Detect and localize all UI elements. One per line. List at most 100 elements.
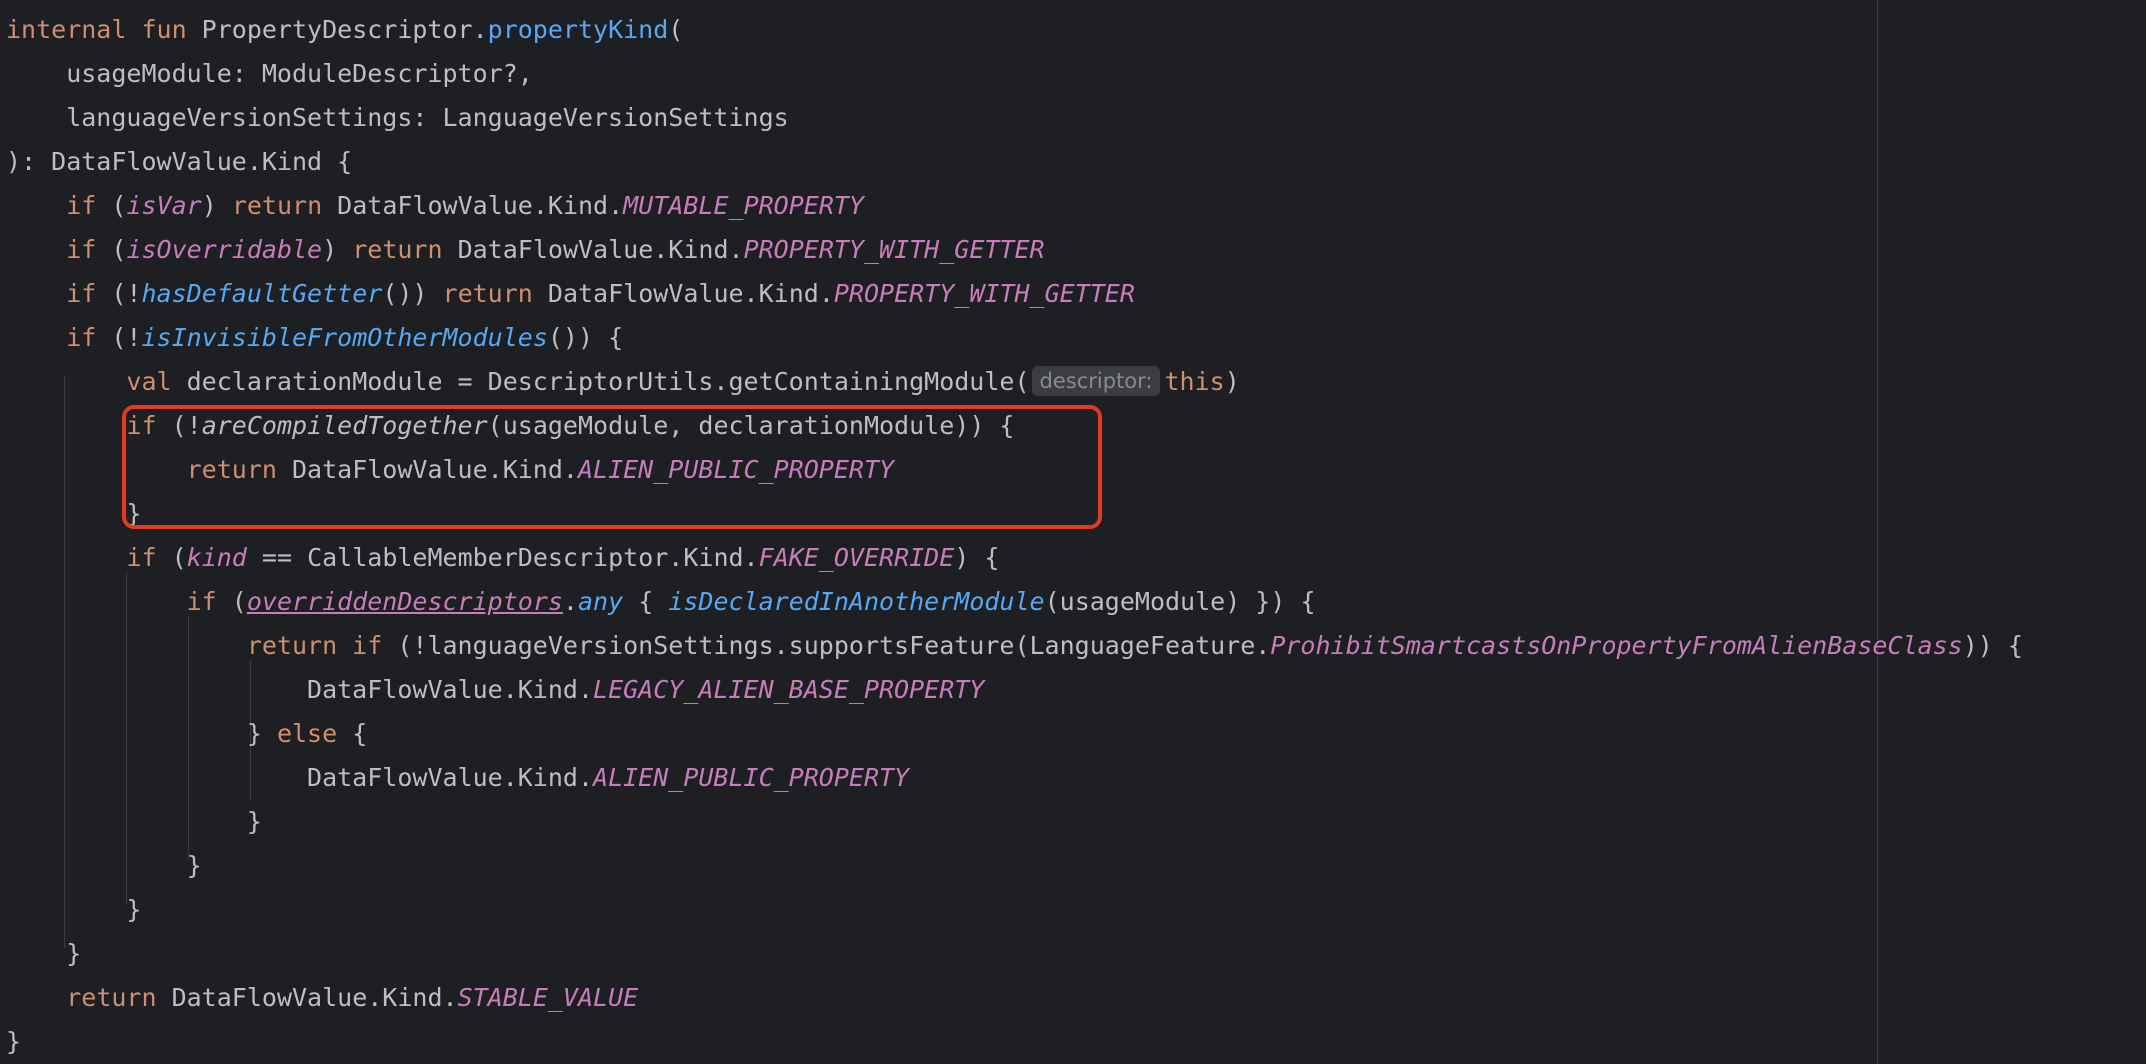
token-text: } <box>6 895 142 924</box>
token-function: propertyKind <box>487 15 669 44</box>
code-line-23[interactable]: return DataFlowValue.Kind.STABLE_VALUE <box>6 976 638 1020</box>
token-text: declarationModule = DescriptorUtils.getC… <box>171 367 1030 396</box>
token-constant: FAKE_OVERRIDE <box>758 543 955 572</box>
token-text: ) <box>322 235 353 264</box>
token-constant: PROPERTY_WITH_GETTER <box>743 235 1045 264</box>
code-line-18[interactable]: DataFlowValue.Kind.ALIEN_PUBLIC_PROPERTY <box>6 756 909 800</box>
token-function: hasDefaultGetter <box>141 279 383 308</box>
code-line-20[interactable]: } <box>6 844 202 888</box>
right-margin-guide <box>1877 0 1878 1064</box>
token-text: languageVersionSettings: LanguageVersion… <box>6 103 789 132</box>
token-text: )) { <box>1962 631 2023 660</box>
code-line-1[interactable]: internal fun PropertyDescriptor.property… <box>6 8 683 52</box>
highlight-annotation-box <box>122 405 1102 529</box>
code-line-9[interactable]: val declarationModule = DescriptorUtils.… <box>6 360 1240 404</box>
token-text: ( <box>96 235 127 264</box>
token-function: isInvisibleFromOtherModules <box>141 323 548 352</box>
token-constant: STABLE_VALUE <box>457 983 639 1012</box>
token-constant: LEGACY_ALIEN_BASE_PROPERTY <box>593 675 985 704</box>
token-property: isVar <box>126 191 202 220</box>
code-line-16[interactable]: DataFlowValue.Kind.LEGACY_ALIEN_BASE_PRO… <box>6 668 984 712</box>
code-line-14[interactable]: if (overriddenDescriptors.any { isDeclar… <box>6 580 1316 624</box>
token-text: (!languageVersionSettings.supportsFeatur… <box>382 631 1271 660</box>
token-keyword: return if <box>246 631 383 660</box>
token-text: } <box>6 1027 22 1056</box>
code-line-13[interactable]: if (kind == CallableMemberDescriptor.Kin… <box>6 536 999 580</box>
code-line-17[interactable]: } else { <box>6 712 367 756</box>
token-keyword: return <box>66 983 157 1012</box>
token-text: DataFlowValue.Kind. <box>307 763 594 792</box>
code-line-21[interactable]: } <box>6 888 141 932</box>
code-line-22[interactable]: } <box>6 932 81 976</box>
token-text: ( <box>156 543 187 572</box>
token-text: == CallableMemberDescriptor.Kind. <box>246 543 759 572</box>
token-constant: ALIEN_PUBLIC_PROPERTY <box>593 763 910 792</box>
token-text: } <box>6 939 82 968</box>
token-text: ) <box>201 191 232 220</box>
token-extension-property: overriddenDescriptors <box>246 587 563 616</box>
token-property: kind <box>186 543 247 572</box>
token-keyword: val <box>126 367 172 396</box>
token-text: DataFlowValue.Kind. <box>156 983 458 1012</box>
token-text: ): DataFlowValue.Kind { <box>6 147 353 176</box>
token-keyword: return <box>231 191 323 220</box>
code-line-8[interactable]: if (!isInvisibleFromOtherModules()) { <box>6 316 623 360</box>
code-line-7[interactable]: if (!hasDefaultGetter()) return DataFlow… <box>6 272 1135 316</box>
token-text: DataFlowValue.Kind. <box>442 235 744 264</box>
token-text: ()) { <box>547 323 624 352</box>
token-text: (! <box>96 279 142 308</box>
token-keyword: if <box>186 587 217 616</box>
token-constant: MUTABLE_PROPERTY <box>623 191 864 220</box>
code-line-6[interactable]: if (isOverridable) return DataFlowValue.… <box>6 228 1045 272</box>
token-text: ) { <box>954 543 1000 572</box>
token-keyword: return <box>352 235 443 264</box>
token-function: any <box>577 587 624 616</box>
code-editor[interactable]: internal fun PropertyDescriptor.property… <box>0 0 2146 1064</box>
token-text: (usageModule) }) { <box>1044 587 1316 616</box>
code-line-3[interactable]: languageVersionSettings: LanguageVersion… <box>6 96 789 140</box>
parameter-hint: descriptor: <box>1031 366 1161 396</box>
code-line-5[interactable]: if (isVar) return DataFlowValue.Kind.MUT… <box>6 184 864 228</box>
token-keyword: return <box>442 279 533 308</box>
token-keyword: internal fun <box>6 15 187 44</box>
token-property: isOverridable <box>126 235 323 264</box>
token-text: usageModule: ModuleDescriptor?, <box>6 59 533 88</box>
token-text: . <box>562 587 578 616</box>
token-text: DataFlowValue.Kind. <box>322 191 624 220</box>
token-text: } <box>6 807 262 836</box>
token-text: } <box>246 719 277 748</box>
token-text: DataFlowValue.Kind. <box>532 279 834 308</box>
token-constant: ProhibitSmartcastsOnPropertyFromAlienBas… <box>1270 631 1963 660</box>
token-receiver: PropertyDescriptor. <box>186 15 488 44</box>
token-text: { <box>337 719 368 748</box>
token-text: ( <box>668 15 684 44</box>
token-keyword: if <box>66 191 97 220</box>
token-text: } <box>6 851 202 880</box>
token-text: ( <box>96 191 127 220</box>
token-text: { <box>623 587 669 616</box>
token-text: DataFlowValue.Kind. <box>307 675 594 704</box>
token-keyword: if <box>66 235 97 264</box>
token-text: ()) <box>382 279 443 308</box>
token-keyword: if <box>66 323 97 352</box>
code-line-2[interactable]: usageModule: ModuleDescriptor?, <box>6 52 533 96</box>
code-line-15[interactable]: return if (!languageVersionSettings.supp… <box>6 624 2023 668</box>
token-text: ) <box>1224 367 1240 396</box>
token-keyword: if <box>126 543 157 572</box>
code-line-24[interactable]: } <box>6 1020 21 1064</box>
token-keyword: else <box>276 719 338 748</box>
code-line-19[interactable]: } <box>6 800 262 844</box>
token-text: ( <box>216 587 247 616</box>
code-line-4[interactable]: ): DataFlowValue.Kind { <box>6 140 352 184</box>
